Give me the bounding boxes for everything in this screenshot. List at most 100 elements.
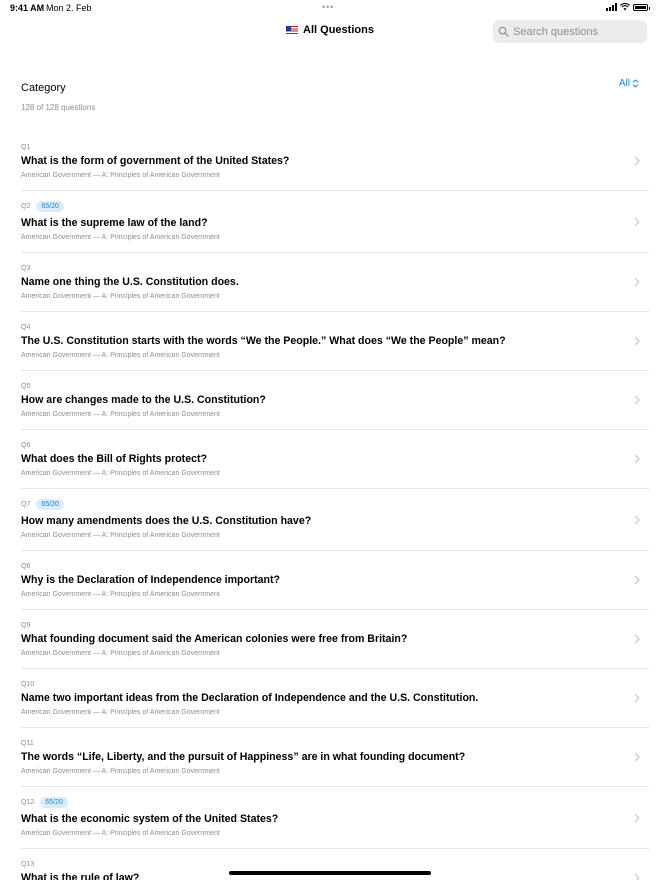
chevron-right-icon (634, 873, 640, 880)
question-category: American Government — A: Principles of A… (21, 470, 220, 477)
home-indicator[interactable] (229, 871, 431, 875)
question-text: What founding document said the American… (21, 633, 408, 645)
search-field[interactable] (493, 20, 647, 43)
question-number: Q8 (21, 563, 31, 570)
question-row[interactable]: Q12 65/20 What is the economic system of… (21, 787, 649, 849)
battery-icon (633, 3, 650, 11)
status-bar: 9:41 AM Mon 2. Feb ••• (0, 0, 660, 16)
question-row[interactable]: Q5 How are changes made to the U.S. Cons… (21, 371, 649, 430)
question-row[interactable]: Q9 What founding document said the Ameri… (21, 610, 649, 669)
question-number-line: Q13 (21, 859, 34, 870)
question-text: Name two important ideas from the Declar… (21, 692, 479, 704)
question-number-line: Q5 (21, 381, 30, 392)
question-number: Q10 (21, 681, 35, 688)
category-filter-row: Category All (21, 78, 639, 94)
chevron-right-icon (634, 575, 640, 585)
question-number-line: Q6 (21, 440, 30, 451)
question-number-line: Q3 (21, 263, 30, 274)
question-number-line: Q7 65/20 (21, 499, 64, 510)
chevron-right-icon (634, 752, 640, 762)
chevron-right-icon (634, 217, 640, 227)
question-number: Q5 (21, 383, 31, 390)
question-text: How many amendments does the U.S. Consti… (21, 515, 312, 527)
question-text: What is the supreme law of the land? (21, 217, 208, 229)
category-picker[interactable]: All (619, 78, 639, 89)
question-number: Q9 (21, 622, 31, 629)
chevron-right-icon (634, 813, 640, 823)
question-category: American Government — A: Principles of A… (21, 293, 220, 300)
question-number-line: Q10 (21, 679, 34, 690)
chevron-right-icon (634, 515, 640, 525)
wifi-icon (620, 3, 630, 11)
question-category: American Government — A: Principles of A… (21, 650, 220, 657)
question-category: American Government — A: Principles of A… (21, 172, 220, 179)
question-row[interactable]: Q13 What is the rule of law? (21, 849, 649, 880)
question-category: American Government — A: Principles of A… (21, 709, 220, 716)
status-date: Mon 2. Feb (46, 3, 92, 13)
chevron-right-icon (634, 634, 640, 644)
question-number: Q11 (21, 740, 34, 747)
chevron-right-icon (634, 336, 640, 346)
question-row[interactable]: Q3 Name one thing the U.S. Constitution … (21, 253, 649, 312)
chevron-right-icon (634, 693, 640, 703)
search-input[interactable] (513, 25, 643, 38)
question-row[interactable]: Q11 The words “Life, Liberty, and the pu… (21, 728, 649, 787)
status-time: 9:41 AM (10, 3, 45, 13)
chevron-right-icon (634, 454, 640, 464)
question-category: American Government — A: Principles of A… (21, 768, 220, 775)
chevron-up-down-icon (632, 79, 639, 88)
question-number: Q2 (21, 203, 31, 210)
question-number: Q3 (21, 265, 31, 272)
status-badge: 65/20 (40, 797, 68, 808)
question-number-line: Q8 (21, 561, 30, 572)
question-number-line: Q2 65/20 (21, 201, 64, 212)
question-category: American Government — A: Principles of A… (21, 352, 220, 359)
chevron-right-icon (634, 395, 640, 405)
question-text: Name one thing the U.S. Constitution doe… (21, 276, 239, 288)
chevron-right-icon (634, 277, 640, 287)
question-number: Q1 (21, 144, 31, 151)
question-number: Q4 (21, 324, 31, 331)
question-text: What does the Bill of Rights protect? (21, 453, 207, 465)
question-row[interactable]: Q4 The U.S. Constitution starts with the… (21, 312, 649, 371)
question-text: What is the economic system of the Unite… (21, 813, 279, 825)
question-text: Why is the Declaration of Independence i… (21, 574, 280, 586)
category-picker-value: All (618, 78, 630, 89)
question-text: The U.S. Constitution starts with the wo… (21, 335, 506, 347)
us-flag-icon (286, 26, 299, 34)
question-number: Q12 (21, 799, 35, 806)
page-title-text: All Questions (303, 24, 374, 36)
question-count: 128 of 128 questions (21, 103, 96, 112)
status-indicators (606, 3, 650, 11)
chevron-right-icon (634, 156, 640, 166)
category-label: Category (21, 82, 66, 94)
question-category: American Government — A: Principles of A… (21, 532, 220, 539)
question-list: Q1 What is the form of government of the… (0, 132, 660, 880)
question-category: American Government — A: Principles of A… (21, 830, 220, 837)
question-number-line: Q9 (21, 620, 30, 631)
status-badge: 65/20 (36, 499, 64, 510)
question-number: Q13 (21, 861, 35, 868)
question-row[interactable]: Q8 Why is the Declaration of Independenc… (21, 551, 649, 610)
cellular-signal-icon (606, 3, 617, 11)
question-number-line: Q12 65/20 (21, 797, 68, 808)
question-text: What is the form of government of the Un… (21, 155, 290, 167)
question-row[interactable]: Q6 What does the Bill of Rights protect?… (21, 430, 649, 489)
question-number-line: Q4 (21, 322, 30, 333)
question-row[interactable]: Q10 Name two important ideas from the De… (21, 669, 649, 728)
question-row[interactable]: Q7 65/20 How many amendments does the U.… (21, 489, 649, 551)
multitasking-dots-icon[interactable]: ••• (322, 2, 334, 12)
question-text: The words “Life, Liberty, and the pursui… (21, 751, 466, 763)
question-text: What is the rule of law? (21, 872, 140, 880)
question-category: American Government — A: Principles of A… (21, 411, 220, 418)
question-number: Q7 (21, 501, 31, 508)
question-row[interactable]: Q2 65/20 What is the supreme law of the … (21, 191, 649, 253)
question-row[interactable]: Q1 What is the form of government of the… (21, 132, 649, 191)
question-number-line: Q1 (21, 142, 30, 153)
search-icon (498, 26, 509, 37)
question-category: American Government — A: Principles of A… (21, 591, 220, 598)
question-text: How are changes made to the U.S. Constit… (21, 394, 266, 406)
question-number-line: Q11 (21, 738, 34, 749)
question-category: American Government — A: Principles of A… (21, 234, 220, 241)
status-badge: 65/20 (36, 201, 64, 212)
